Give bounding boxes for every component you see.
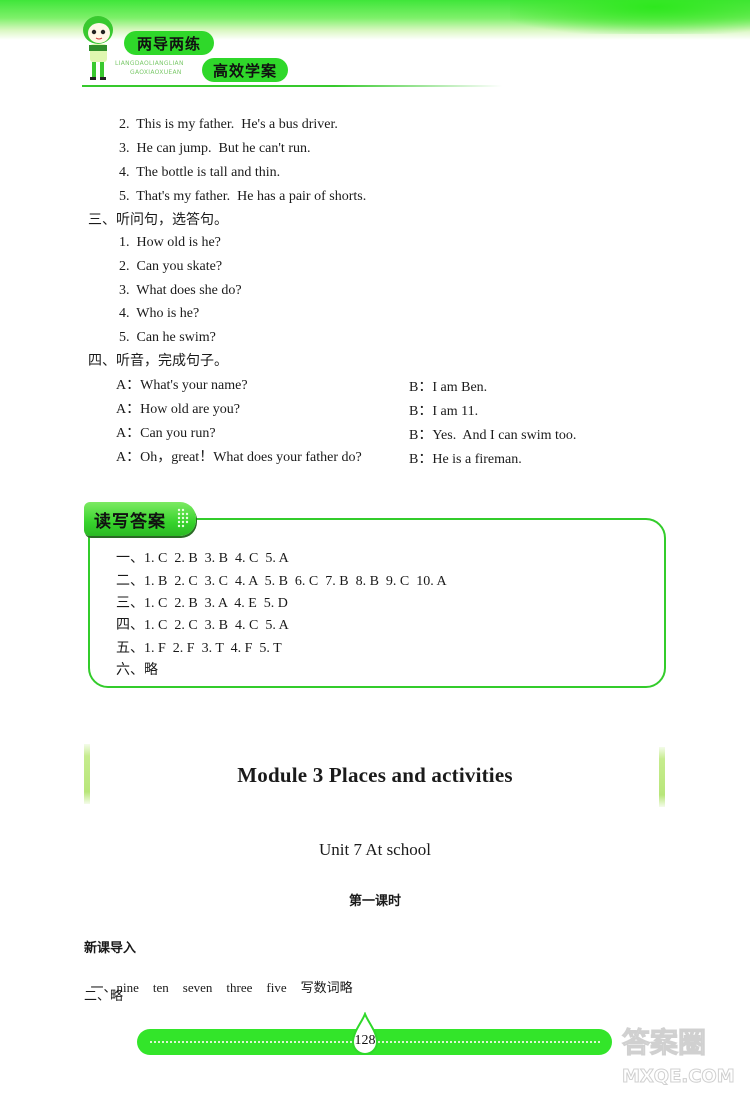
- dialogue-b: B：He is a fireman.: [409, 452, 522, 467]
- answer-line: 一、1. C 2. B 3. B 4. C 5. A: [116, 551, 289, 566]
- brand-title-line2: 高效学案: [202, 58, 288, 82]
- answer-line: 六、略: [116, 663, 158, 678]
- dialogue-a: A：How old are you?: [116, 402, 241, 417]
- intro-line-1-suffix: 写数词略: [300, 981, 353, 996]
- answer-line: 四、1. C 2. C 3. B 4. C 5. A: [116, 618, 289, 633]
- list-item: 5. Can he swim?: [119, 330, 216, 345]
- list-item: 4. Who is he?: [119, 306, 200, 321]
- intro-line-2: 二、略: [84, 989, 124, 1004]
- list-item: 3. He can jump. But he can't run.: [119, 141, 311, 156]
- intro-heading: 新课导入: [84, 941, 137, 956]
- section-heading: 四、听音，完成句子。: [88, 353, 228, 369]
- section-heading: 三、听问句，选答句。: [88, 212, 228, 228]
- intro-word: seven: [182, 980, 213, 995]
- brand-title-line1: 两导两练: [124, 31, 214, 55]
- watermark-en: MXQE.COM: [622, 1066, 735, 1087]
- header-divider: [82, 85, 502, 87]
- dots-arrow-icon: [177, 508, 189, 528]
- list-item: 3. What does she do?: [119, 283, 242, 298]
- mascot-girl-icon: [83, 16, 113, 80]
- module-title: Module 3 Places and activities: [237, 763, 513, 787]
- dialogue-b: B：I am 11.: [409, 404, 479, 419]
- list-item: 2. Can you skate?: [119, 259, 223, 274]
- lesson-title: 第一课时: [348, 894, 401, 909]
- intro-word: five: [266, 980, 287, 995]
- dialogue-a: A：Can you run?: [116, 426, 216, 441]
- brand-pinyin-line1: LIANGDAOLIANGLIAN: [115, 60, 184, 67]
- dialogue-b: B：Yes. And I can swim too.: [409, 428, 577, 443]
- page-number: 128: [354, 1033, 376, 1048]
- brand-pinyin-line2: GAOXIAOXUEAN: [130, 69, 182, 76]
- list-item: 2. This is my father. He's a bus driver.: [119, 117, 338, 132]
- list-item: 4. The bottle is tall and thin.: [119, 165, 281, 180]
- watermark-cn: 答案圈: [622, 1026, 706, 1059]
- watermark-logo: 答案圈 MXQE.COM: [622, 1026, 736, 1088]
- answer-line: 五、1. F 2. F 3. T 4. F 5. T: [116, 641, 282, 656]
- answer-line: 三、1. C 2. B 3. A 4. E 5. D: [116, 596, 288, 611]
- dialogue-a: A：Oh，great！What does your father do?: [116, 450, 362, 465]
- answer-line: 二、1. B 2. C 3. C 4. A 5. B 6. C 7. B 8. …: [116, 574, 447, 589]
- dialogue-a: A：What's your name?: [116, 378, 248, 393]
- intro-word: three: [226, 980, 253, 995]
- dialogue-b: B：I am Ben.: [409, 380, 488, 395]
- unit-title: Unit 7 At school: [319, 840, 431, 859]
- list-item: 5. That's my father. He has a pair of sh…: [119, 189, 367, 204]
- intro-word: ten: [152, 980, 169, 995]
- answer-tab-label: 读写答案: [94, 512, 166, 532]
- intro-line-1: 一、nine ten seven three five 写数词略: [84, 961, 353, 996]
- list-item: 1. How old is he?: [119, 235, 221, 250]
